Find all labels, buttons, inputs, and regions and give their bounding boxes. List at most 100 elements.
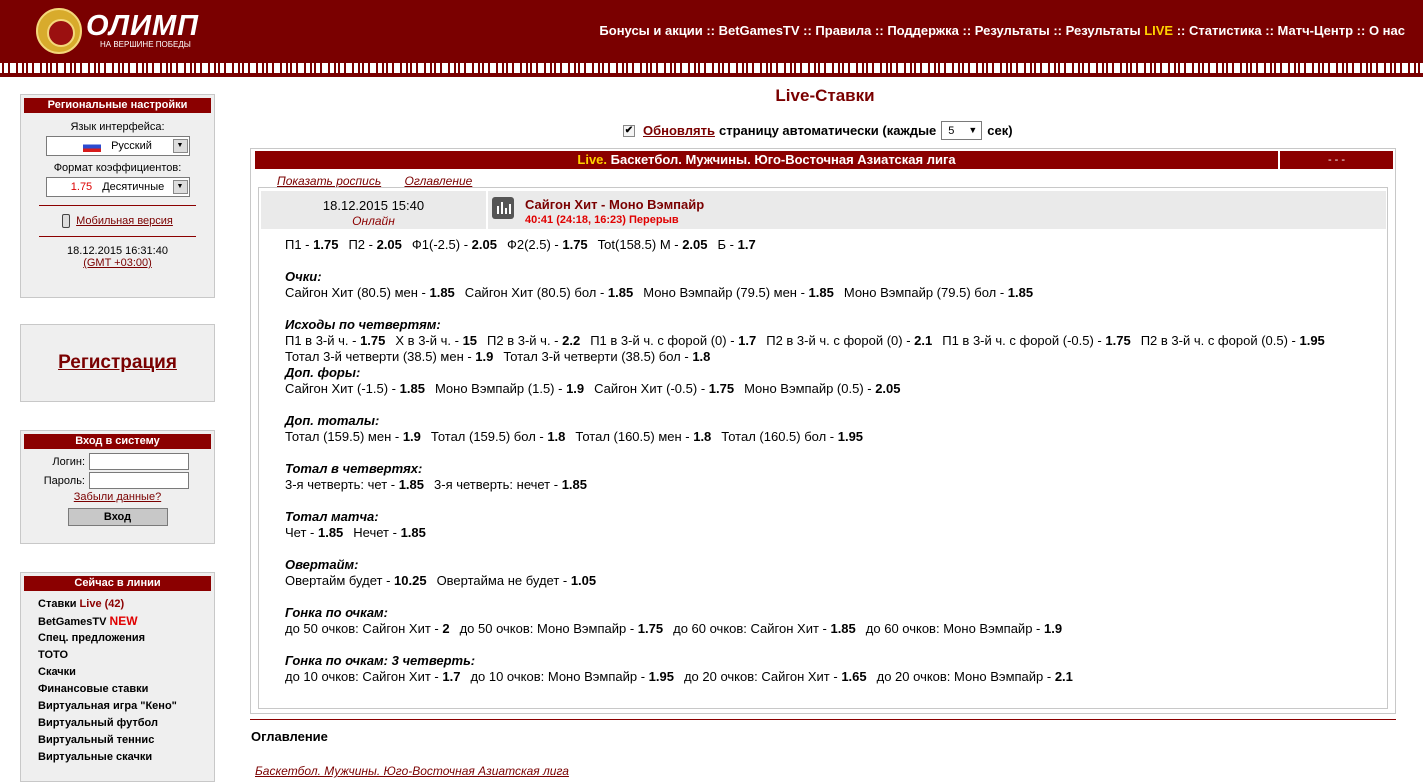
odds-line: Тотал 3-й четверти (38.5) мен - 1.9 Тотал… [285, 349, 720, 364]
odds-item[interactable]: Моно Вэмпайр (1.5) - 1.9 [435, 381, 584, 396]
login-input[interactable] [89, 453, 189, 470]
odds-line: до 50 очков: Сайгон Хит - 2 до 50 очков: … [285, 621, 1072, 636]
league-header[interactable]: Live. Баскетбол. Мужчины. Юго-Восточная … [255, 151, 1278, 169]
nav-link[interactable]: О нас [1369, 23, 1405, 38]
lines-menu-item[interactable]: Ставки Live (42) [38, 596, 214, 613]
divider [39, 205, 196, 206]
odds-item[interactable]: Овертайма не будет - 1.05 [437, 573, 597, 588]
nav-separator: :: [1261, 23, 1278, 38]
password-label: Пароль: [43, 474, 85, 487]
top-navigation: Бонусы и акции :: BetGamesTV :: Правила … [599, 23, 1405, 38]
odds-item[interactable]: Тотал 3-й четверти (38.5) бол - 1.8 [503, 349, 710, 364]
odds-item[interactable]: до 50 очков: Сайгон Хит - 2 [285, 621, 450, 636]
registration-link[interactable]: Регистрация [58, 352, 177, 374]
odds-value: 2.05 [682, 237, 708, 252]
odds-item[interactable]: до 10 очков: Сайгон Хит - 1.7 [285, 669, 460, 684]
forgot-link[interactable]: Забыли данные? [74, 491, 161, 503]
odds-item[interactable]: до 20 очков: Сайгон Хит - 1.65 [684, 669, 867, 684]
odds-item[interactable]: Сайгон Хит (-0.5) - 1.75 [594, 381, 734, 396]
odds-item[interactable]: Моно Вэмпайр (0.5) - 2.05 [744, 381, 900, 396]
odds-item[interactable]: Ф1(-2.5) - 2.05 [412, 237, 497, 252]
odds-item[interactable]: П2 - 2.05 [348, 237, 401, 252]
odds-value: 2.05 [471, 237, 497, 252]
odds-value: 1.85 [561, 477, 588, 492]
nav-link[interactable]: Правила [815, 23, 871, 38]
logo[interactable]: ОЛИМП НА ВЕРШИНЕ ПОБЕДЫ [36, 8, 206, 54]
nav-link[interactable]: Статистика [1189, 23, 1262, 38]
odds-value: 1.85 [808, 285, 834, 300]
odds-item[interactable]: до 60 очков: Моно Вэмпайр - 1.9 [866, 621, 1062, 636]
nav-live-label: LIVE [1144, 23, 1174, 38]
odds-item[interactable]: до 10 очков: Моно Вэмпайр - 1.95 [470, 669, 674, 684]
odds-item[interactable]: Сайгон Хит (80.5) мен - 1.85 [285, 285, 455, 300]
format-value: Десятичные [102, 181, 165, 193]
toc-link[interactable]: Баскетбол. Мужчины. Юго-Восточная Азиатс… [255, 764, 569, 778]
odds-item[interactable]: Нечет - 1.85 [353, 525, 426, 540]
odds-item[interactable]: Ф2(2.5) - 1.75 [507, 237, 588, 252]
odds-item[interactable]: 3-я четверть: чет - 1.85 [285, 477, 424, 492]
odds-item[interactable]: Х в 3-й ч. - 15 [395, 333, 477, 348]
odds-value: 10.25 [394, 573, 427, 588]
statistics-icon[interactable] [492, 197, 514, 219]
nav-link[interactable]: Бонусы и акции [599, 23, 702, 38]
timezone-link[interactable]: (GMT +03:00) [83, 257, 152, 269]
odds-format-select[interactable]: 1.75 Десятичные ▼ [45, 177, 190, 197]
password-input[interactable] [89, 472, 189, 489]
odds-item[interactable]: Б - 1.7 [718, 237, 756, 252]
refresh-interval-select[interactable]: 5 ▼ [941, 121, 983, 140]
odds-item[interactable]: П1 - 1.75 [285, 237, 338, 252]
odds-item[interactable]: П2 в 3-й ч. с форой (0.5) - 1.95 [1141, 333, 1325, 348]
odds-item[interactable]: 3-я четверть: нечет - 1.85 [434, 477, 587, 492]
nav-link[interactable]: Матч-Центр [1278, 23, 1354, 38]
contents-link[interactable]: Оглавление [404, 174, 472, 188]
odds-item[interactable]: до 20 очков: Моно Вэмпайр - 2.1 [877, 669, 1073, 684]
odds-value: 1.9 [566, 381, 585, 396]
lines-menu-item[interactable]: Скачки [38, 664, 214, 681]
login-button[interactable]: Вход [67, 508, 168, 526]
show-details-link[interactable]: Показать роспись [277, 174, 381, 188]
odds-item[interactable]: П2 в 3-й ч. с форой (0) - 2.1 [766, 333, 932, 348]
lines-menu-item[interactable]: Виртуальный футбол [38, 715, 214, 732]
chevron-down-icon: ▼ [968, 125, 978, 135]
nav-link[interactable]: Результаты [975, 23, 1050, 38]
nav-link[interactable]: Поддержка [887, 23, 959, 38]
odds-item[interactable]: П1 в 3-й ч. - 1.75 [285, 333, 385, 348]
nav-link[interactable]: Результаты LIVE [1066, 23, 1173, 38]
odds-item[interactable]: Чет - 1.85 [285, 525, 343, 540]
lines-menu-item[interactable]: Виртуальные скачки [38, 749, 214, 766]
lines-menu-item[interactable]: Финансовые ставки [38, 681, 214, 698]
nav-link[interactable]: BetGamesTV [719, 23, 800, 38]
odds-item[interactable]: до 60 очков: Сайгон Хит - 1.85 [673, 621, 856, 636]
lines-menu-item[interactable]: ТОТО [38, 647, 214, 664]
mobile-version-link[interactable]: Мобильная версия [76, 215, 173, 227]
refresh-link[interactable]: Обновлять [643, 123, 715, 138]
odds-item[interactable]: Тотал 3-й четверти (38.5) мен - 1.9 [285, 349, 493, 364]
odds-item[interactable]: Сайгон Хит (-1.5) - 1.85 [285, 381, 425, 396]
lines-menu-item[interactable]: BetGamesTV NEW [38, 613, 214, 630]
odds-value: 1.85 [607, 285, 634, 300]
odds-item[interactable]: П2 в 3-й ч. - 2.2 [487, 333, 580, 348]
odds-item[interactable]: Сайгон Хит (80.5) бол - 1.85 [465, 285, 633, 300]
lines-menu-item[interactable]: Спец. предложения [38, 630, 214, 647]
odds-item[interactable]: Моно Вэмпайр (79.5) мен - 1.85 [643, 285, 834, 300]
odds-item[interactable]: Овертайм будет - 10.25 [285, 573, 427, 588]
odds-value: 1.9 [1043, 621, 1063, 636]
odds-line: Сайгон Хит (-1.5) - 1.85 Моно Вэмпайр (1.… [285, 381, 911, 396]
odds-item[interactable]: Тотал (160.5) мен - 1.8 [575, 429, 711, 444]
odds-item[interactable]: Тотал (159.5) мен - 1.9 [285, 429, 421, 444]
odds-item[interactable]: П1 в 3-й ч. с форой (-0.5) - 1.75 [942, 333, 1130, 348]
odds-item[interactable]: П1 в 3-й ч. с форой (0) - 1.7 [590, 333, 756, 348]
lines-menu-item[interactable]: Виртуальный теннис [38, 732, 214, 749]
odds-item[interactable]: Tot(158.5) М - 2.05 [598, 237, 708, 252]
odds-value: 1.8 [547, 429, 566, 444]
odds-item[interactable]: до 50 очков: Моно Вэмпайр - 1.75 [460, 621, 664, 636]
event-block: 18.12.2015 15:40 Онлайн Сайгон Хит - Мон… [258, 187, 1388, 709]
language-select[interactable]: Русский ▼ [45, 136, 190, 156]
odds-item[interactable]: Моно Вэмпайр (79.5) бол - 1.85 [844, 285, 1033, 300]
odds-item[interactable]: Тотал (160.5) бол - 1.95 [721, 429, 863, 444]
lines-menu-item[interactable]: Виртуальная игра "Кено" [38, 698, 214, 715]
odds-item[interactable]: Тотал (159.5) бол - 1.8 [431, 429, 566, 444]
auto-refresh-checkbox[interactable]: ✔ [623, 124, 635, 137]
event-teams[interactable]: Сайгон Хит - Моно Вэмпайр [525, 197, 704, 212]
divider [39, 236, 196, 237]
